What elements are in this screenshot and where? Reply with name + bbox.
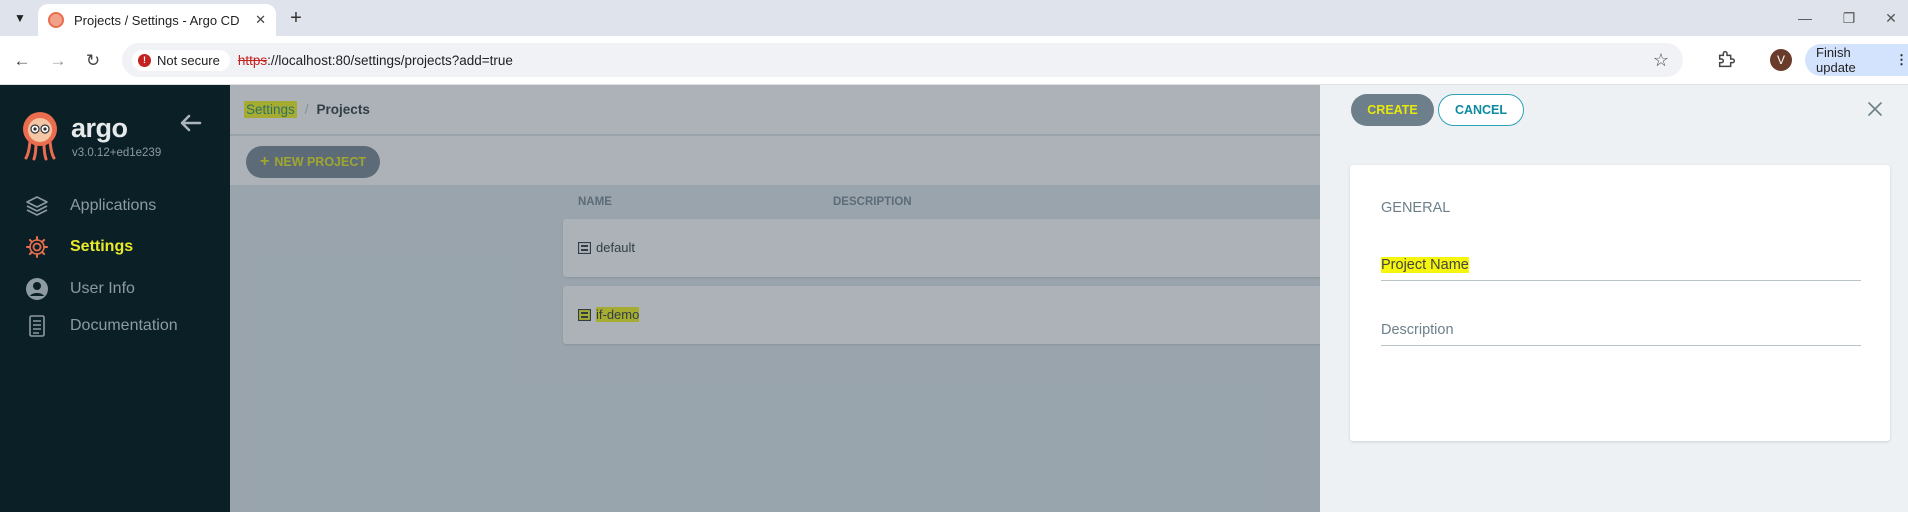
argo-sidebar: argo v3.0.12+ed1e239 Applications Settin…: [0, 85, 230, 512]
finish-update-button[interactable]: Finish update ⋮: [1805, 44, 1908, 76]
profile-avatar[interactable]: V: [1770, 49, 1792, 71]
nav-label-user-info: User Info: [70, 280, 135, 297]
nav-item-applications[interactable]: Applications: [0, 191, 230, 221]
nav-label-settings: Settings: [70, 238, 134, 255]
close-tab-icon[interactable]: ✕: [255, 12, 266, 28]
more-menu-icon: ⋮: [1895, 52, 1908, 67]
cancel-button[interactable]: CANCEL: [1438, 94, 1524, 126]
gear-icon: [26, 236, 48, 258]
brand-name: argo: [71, 113, 128, 143]
description-field[interactable]: Description: [1381, 310, 1861, 346]
security-label: Not secure: [157, 52, 220, 68]
modal-backdrop[interactable]: [230, 85, 1320, 512]
forward-arrow-icon[interactable]: →: [45, 48, 71, 74]
browser-tabstrip: ▼ Projects / Settings - Argo CD ✕ + — ❐ …: [0, 0, 1908, 36]
finish-update-label: Finish update: [1816, 45, 1856, 75]
new-tab-plus-icon[interactable]: +: [284, 6, 308, 30]
nav-label-applications: Applications: [70, 197, 157, 214]
browser-toolbar: ← → ↻ ! Not secure https://localhost:80/…: [0, 36, 1908, 85]
close-icon[interactable]: [1865, 99, 1885, 119]
bookmark-star-icon[interactable]: ☆: [1653, 50, 1669, 71]
close-window-icon[interactable]: ✕: [1876, 6, 1906, 30]
description-label: Description: [1381, 322, 1454, 338]
panel-header: CREATE CANCEL: [1320, 85, 1908, 135]
restore-icon[interactable]: ❐: [1834, 6, 1864, 30]
address-bar[interactable]: ! Not secure https://localhost:80/settin…: [122, 43, 1683, 77]
tab-search-chevron-icon[interactable]: ▼: [8, 6, 32, 30]
general-section-card: GENERAL Project Name Description: [1350, 165, 1890, 441]
argo-octopus-logo-icon: [23, 112, 57, 161]
create-button[interactable]: CREATE: [1351, 94, 1434, 126]
tab-title: Projects / Settings - Argo CD: [74, 12, 240, 28]
book-icon: [29, 315, 45, 337]
version-label: v3.0.12+ed1e239: [72, 147, 162, 159]
minimize-icon[interactable]: —: [1790, 6, 1820, 30]
security-indicator[interactable]: ! Not secure: [132, 49, 230, 71]
project-name-field[interactable]: Project Name: [1381, 245, 1861, 281]
nav-label-documentation: Documentation: [70, 317, 178, 334]
nav-item-user-info[interactable]: User Info: [0, 274, 230, 304]
collapse-sidebar-arrow-icon[interactable]: [178, 113, 202, 133]
layers-icon: [26, 196, 48, 216]
user-icon: [26, 278, 48, 300]
warning-icon: !: [138, 53, 151, 67]
project-name-label: Project Name: [1381, 257, 1469, 273]
argo-favicon-icon: [48, 12, 64, 28]
nav-item-documentation[interactable]: Documentation: [0, 311, 230, 341]
extensions-puzzle-icon[interactable]: [1716, 48, 1738, 70]
reload-icon[interactable]: ↻: [80, 48, 106, 74]
create-project-panel: CREATE CANCEL GENERAL Project Name Descr…: [1320, 85, 1908, 512]
url-scheme: https: [237, 52, 268, 68]
url-path: ://localhost:80/settings/projects?add=tr…: [267, 52, 513, 68]
section-title: GENERAL: [1381, 200, 1451, 216]
browser-tab-active[interactable]: Projects / Settings - Argo CD ✕: [38, 4, 276, 36]
back-arrow-icon[interactable]: ←: [9, 48, 35, 74]
nav-item-settings[interactable]: Settings: [0, 232, 230, 262]
